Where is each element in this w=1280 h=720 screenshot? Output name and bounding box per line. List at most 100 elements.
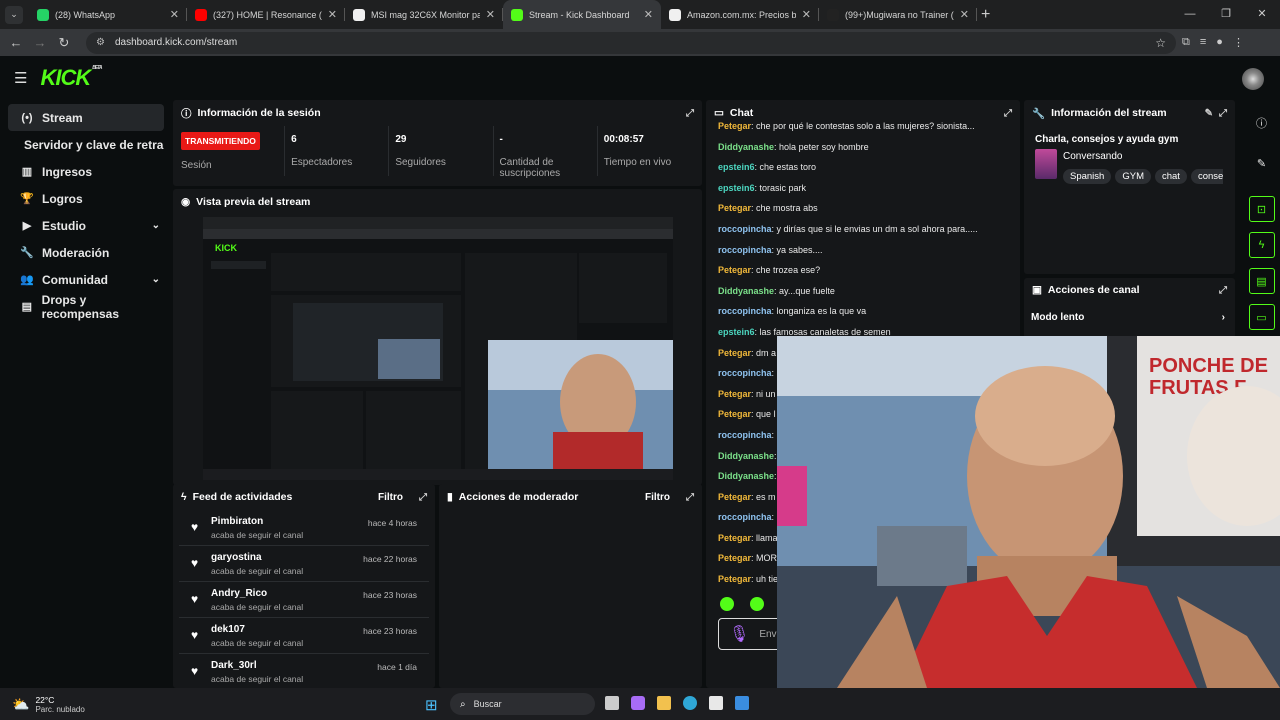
chat-message[interactable]: Diddyanashe: hola peter soy hombre: [706, 137, 1020, 158]
stream-tag[interactable]: Spanish: [1063, 169, 1112, 184]
tab-close-icon[interactable]: ✕: [644, 8, 653, 21]
profile-icon[interactable]: ●: [1216, 36, 1223, 49]
close-window-icon[interactable]: ✕: [1244, 0, 1280, 29]
stream-tag[interactable]: GYM: [1115, 169, 1151, 184]
sidebar-item-ingresos[interactable]: ▥ Ingresos: [8, 158, 164, 185]
chat-message[interactable]: Petegar: che trozea ese?: [706, 260, 1020, 281]
feed-item[interactable]: ♥ dek107 acaba de seguir el canal hace 23 h…: [179, 618, 429, 654]
sidebar-item-comunidad[interactable]: 👥 Comunidad ⌄: [8, 266, 164, 293]
tab-close-icon[interactable]: ✕: [170, 8, 179, 21]
mail-icon[interactable]: [735, 696, 749, 710]
forward-icon[interactable]: →: [28, 35, 52, 50]
sidebar-item-stream[interactable]: (•) Stream: [8, 104, 164, 131]
chat-username[interactable]: Petegar: [718, 203, 751, 213]
restore-icon[interactable]: ❐: [1208, 0, 1244, 29]
chat-username[interactable]: roccopincha: [718, 512, 772, 522]
chat-username[interactable]: Petegar: [718, 265, 751, 275]
sidebar-item-estudio[interactable]: ▶ Estudio ⌄: [8, 212, 164, 239]
popout-icon[interactable]: ⤢: [1219, 108, 1227, 119]
chat-message[interactable]: Petegar: che por qué le contestas solo a…: [706, 116, 1020, 137]
browser-tab[interactable]: (327) HOME | Resonance (4 ✕: [187, 0, 345, 29]
follower-name[interactable]: Dark_30rl: [211, 660, 377, 671]
chat-username[interactable]: Diddyanashe: [718, 142, 774, 152]
store-icon[interactable]: [709, 696, 723, 710]
stream-preview-video[interactable]: KICK: [203, 217, 673, 480]
url-field[interactable]: ⚙ dashboard.kick.com/stream ☆: [86, 31, 1176, 54]
edit-icon[interactable]: ✎: [1249, 150, 1275, 176]
minimize-icon[interactable]: —: [1172, 0, 1208, 29]
tab-search-icon[interactable]: ⌄: [5, 5, 23, 24]
weather-widget[interactable]: ⛅ 22°C Parc. nublado: [12, 695, 85, 714]
windows-start-icon[interactable]: ⊞: [425, 696, 438, 714]
mic-icon[interactable]: 🎙: [729, 624, 749, 644]
chat-message[interactable]: roccopincha: y dirías que si le envias u…: [706, 219, 1020, 240]
chat-username[interactable]: roccopincha: [718, 224, 772, 234]
feed-item[interactable]: ♥ Dark_30rl acaba de seguir el canal hace 1…: [179, 654, 429, 690]
copilot-icon[interactable]: [631, 696, 645, 710]
edge-icon[interactable]: [683, 696, 697, 710]
clipboard-icon[interactable]: ▤: [1248, 268, 1275, 294]
sidebar-item-moderaci-n[interactable]: 🔧 Moderación: [8, 239, 164, 266]
chat-username[interactable]: epstein6: [718, 162, 755, 172]
back-icon[interactable]: ←: [4, 35, 28, 50]
sidebar-item-logros[interactable]: 🏆 Logros: [8, 185, 164, 212]
emote-icon[interactable]: [720, 597, 734, 611]
chat-message[interactable]: roccopincha: ya sabes....: [706, 240, 1020, 261]
info-icon[interactable]: ⓘ: [1249, 110, 1275, 136]
stream-tag[interactable]: consejo: [1190, 169, 1223, 184]
site-info-icon[interactable]: ⚙: [96, 37, 105, 48]
reload-icon[interactable]: ↻: [52, 35, 76, 51]
slow-mode-row[interactable]: Modo lento ›: [1024, 302, 1235, 323]
reading-list-icon[interactable]: ≡: [1200, 36, 1206, 49]
filter-button[interactable]: Filtro: [645, 492, 670, 503]
feed-item[interactable]: ♥ garyostina acaba de seguir el canal hace …: [179, 546, 429, 582]
tab-close-icon[interactable]: ✕: [328, 8, 337, 21]
chat-username[interactable]: Diddyanashe: [718, 286, 774, 296]
chat-username[interactable]: Petegar: [718, 574, 751, 584]
follower-name[interactable]: garyostina: [211, 552, 363, 563]
taskbar-search[interactable]: ⌕ Buscar: [450, 693, 595, 715]
popout-icon[interactable]: ⤢: [686, 492, 694, 503]
browser-tab[interactable]: Stream - Kick Dashboard ✕: [503, 0, 661, 29]
filter-button[interactable]: Filtro: [378, 492, 403, 503]
popout-icon[interactable]: ⤢: [1219, 285, 1227, 296]
file-explorer-icon[interactable]: [657, 696, 671, 710]
browser-tab[interactable]: MSI mag 32C6X Monitor para ✕: [345, 0, 503, 29]
chat-message[interactable]: Diddyanashe: ay...que fuelte: [706, 281, 1020, 302]
browser-menu-icon[interactable]: ⋮: [1233, 36, 1244, 49]
emote-icon[interactable]: [750, 597, 764, 611]
kick-logo[interactable]: KICK BETA: [40, 65, 102, 91]
chat-username[interactable]: epstein6: [718, 327, 755, 337]
popout-icon[interactable]: ⤢: [1004, 108, 1012, 119]
lightning-icon[interactable]: ϟ: [1248, 232, 1275, 258]
avatar[interactable]: [1242, 68, 1264, 90]
chat-username[interactable]: Petegar: [718, 409, 751, 419]
chat-username[interactable]: Petegar: [718, 389, 751, 399]
tab-close-icon[interactable]: ✕: [486, 8, 495, 21]
chat-username[interactable]: roccopincha: [718, 368, 772, 378]
tab-close-icon[interactable]: ✕: [802, 8, 811, 21]
stream-tag[interactable]: chat: [1154, 169, 1187, 184]
sidebar-item-drops-y-recompensas[interactable]: ▤ Drops y recompensas: [8, 293, 164, 321]
popout-icon[interactable]: ⤢: [686, 108, 694, 119]
chat-username[interactable]: Petegar: [718, 492, 751, 502]
chat-message[interactable]: roccopincha: longaniza es la que va: [706, 301, 1020, 322]
menu-icon[interactable]: ☰: [14, 69, 27, 87]
task-view-icon[interactable]: [605, 696, 619, 710]
popout-icon[interactable]: ⤢: [419, 492, 427, 503]
chat-username[interactable]: roccopincha: [718, 306, 772, 316]
new-tab-icon[interactable]: +: [981, 6, 990, 24]
chat-message[interactable]: Petegar: che mostra abs: [706, 198, 1020, 219]
bookmark-star-icon[interactable]: ☆: [1155, 36, 1166, 50]
chat-username[interactable]: Petegar: [718, 533, 751, 543]
extensions-icon[interactable]: ⧉: [1182, 36, 1190, 49]
category-name[interactable]: Conversando: [1063, 151, 1223, 162]
message-icon[interactable]: ▭: [1248, 304, 1275, 330]
follower-name[interactable]: Pimbiraton: [211, 516, 368, 527]
chat-username[interactable]: Petegar: [718, 121, 751, 131]
browser-tab[interactable]: (99+)Mugiwara no Trainer (@ ✕: [819, 0, 977, 29]
tab-close-icon[interactable]: ✕: [960, 8, 969, 21]
chat-username[interactable]: epstein6: [718, 183, 755, 193]
feed-item[interactable]: ♥ Andry_Rico acaba de seguir el canal hace …: [179, 582, 429, 618]
chat-username[interactable]: Petegar: [718, 348, 751, 358]
